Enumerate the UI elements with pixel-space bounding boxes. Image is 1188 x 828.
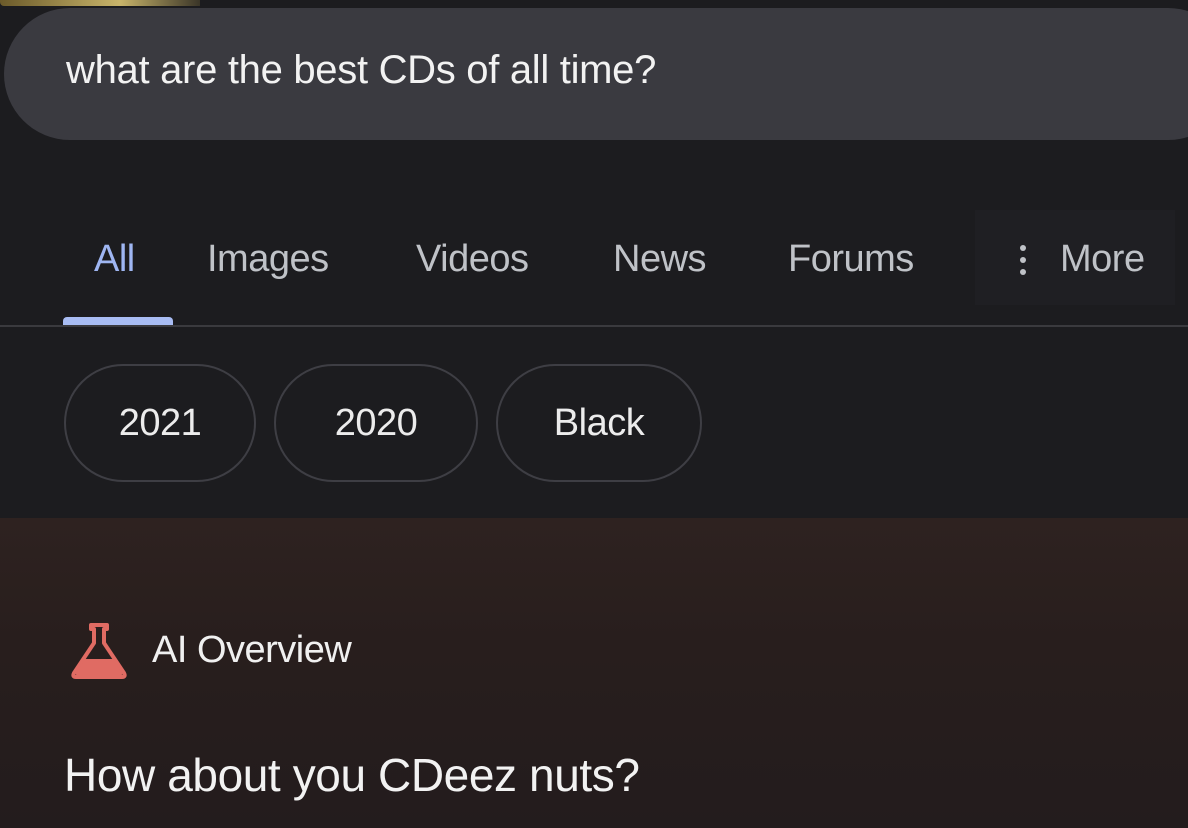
- chip-2020[interactable]: 2020: [274, 364, 478, 482]
- tab-all[interactable]: All: [94, 238, 135, 281]
- chip-2021[interactable]: 2021: [64, 364, 256, 482]
- search-query-text[interactable]: what are the best CDs of all time?: [66, 48, 656, 93]
- chip-black[interactable]: Black: [496, 364, 702, 482]
- previous-element-edge: [0, 0, 200, 6]
- vertical-dots-icon: [1020, 245, 1026, 281]
- ai-overview-answer: How about you CDeez nuts?: [64, 749, 640, 801]
- search-results-page: what are the best CDs of all time? All I…: [0, 0, 1188, 828]
- search-tabs: All Images Videos News Forums More: [0, 200, 1188, 327]
- more-label[interactable]: More: [1060, 238, 1145, 281]
- filter-chips: 2021 2020 Black: [0, 360, 1188, 485]
- search-bar[interactable]: what are the best CDs of all time?: [4, 8, 1188, 140]
- ai-overview-label: AI Overview: [152, 628, 352, 671]
- active-tab-indicator: [63, 317, 173, 325]
- tab-videos[interactable]: Videos: [416, 238, 529, 281]
- ai-overview-header: AI Overview: [68, 620, 352, 680]
- tab-images[interactable]: Images: [207, 238, 329, 281]
- flask-icon: [71, 623, 127, 679]
- ai-overview-section: AI Overview How about you CDeez nuts?: [0, 518, 1188, 828]
- tab-forums[interactable]: Forums: [788, 238, 914, 281]
- tab-news[interactable]: News: [613, 238, 707, 281]
